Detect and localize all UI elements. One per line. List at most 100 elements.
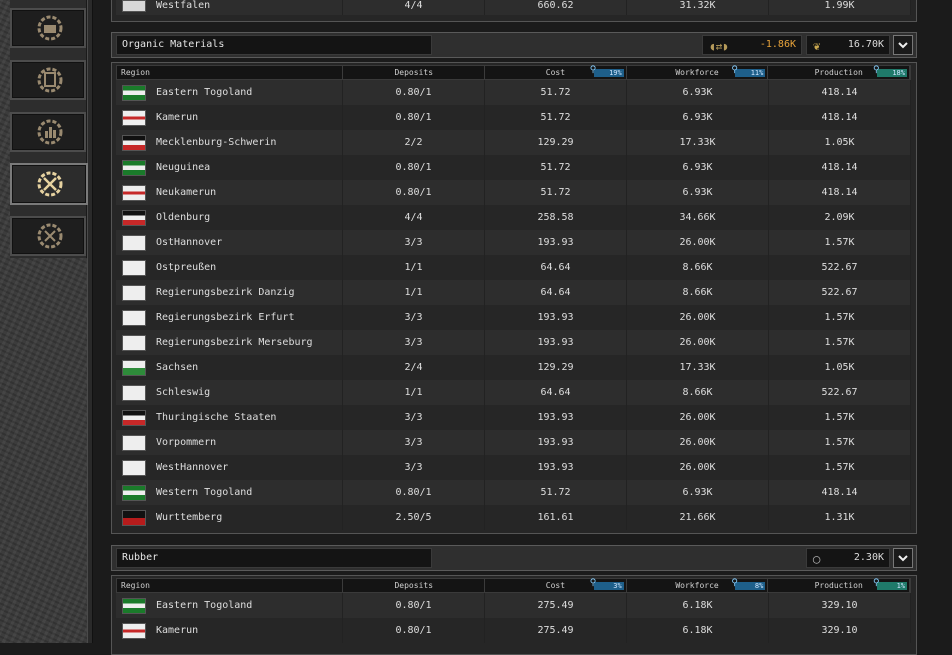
table-row[interactable]: Regierungsbezirk Danzig 1/1 64.64 8.66K 522.… (116, 280, 911, 305)
region-name: Eastern Togoland (156, 87, 253, 98)
production-badge: ⚲ 18% (873, 65, 907, 77)
table-row[interactable]: Western Togoland 0.80/1 51.72 6.93K 418.14 (116, 480, 911, 505)
deposits-value: 0.80/1 (343, 618, 485, 643)
table-row[interactable]: Eastern Togoland 0.80/1 275.49 6.18K 329.10 (116, 593, 911, 618)
table-row[interactable]: Wurttemberg 2.50/5 161.61 21.66K 1.31K (116, 505, 911, 530)
column-production[interactable]: Production ⚲ 18% (768, 66, 910, 79)
column-deposits[interactable]: Deposits (343, 579, 486, 592)
table-row[interactable]: Mecklenburg-Schwerin 2/2 129.29 17.33K 1.05K (116, 130, 911, 155)
region-name: Vorpommern (156, 437, 217, 448)
sidebar-button-statistics[interactable] (10, 112, 86, 152)
deposits-value: 4/4 (343, 205, 485, 230)
cost-value: 193.93 (485, 430, 627, 455)
column-deposits[interactable]: Deposits (343, 66, 486, 79)
production-value: 2.09K (769, 205, 911, 230)
workforce-value: 26.00K (627, 330, 769, 355)
table-row[interactable]: WestHannover 3/3 193.93 26.00K 1.57K (116, 455, 911, 480)
workforce-value: 6.18K (627, 618, 769, 643)
sidebar-button-tools[interactable] (10, 216, 86, 256)
region-name: OstHannover (156, 237, 223, 248)
flag-icon (122, 384, 146, 401)
flag-icon (122, 309, 146, 326)
cost-value: 193.93 (485, 455, 627, 480)
table-row[interactable]: Schleswig 1/1 64.64 8.66K 522.67 (116, 380, 911, 405)
region-name: Kamerun (156, 625, 199, 636)
table-row[interactable]: Thuringische Staaten 3/3 193.93 26.00K 1.57K (116, 405, 911, 430)
table-row[interactable]: Neukamerun 0.80/1 51.72 6.93K 418.14 (116, 180, 911, 205)
deposits-value: 0.80/1 (343, 480, 485, 505)
flag-icon (122, 434, 146, 451)
workforce-value: 26.00K (627, 230, 769, 255)
table-row[interactable]: Westfalen 4/4 660.62 31.32K 1.99K (116, 0, 911, 15)
column-region[interactable]: Region (117, 66, 344, 79)
document-gear-icon (37, 67, 63, 93)
sidebar-button-documents[interactable] (10, 60, 86, 100)
deposits-value: 0.80/1 (343, 180, 485, 205)
magnifier-icon: ⚲ (589, 578, 597, 588)
table-row[interactable]: Regierungsbezirk Merseburg 3/3 193.93 26.00… (116, 330, 911, 355)
cost-value: 64.64 (485, 255, 627, 280)
sidebar-button-resources[interactable] (10, 163, 88, 205)
rubber-header[interactable]: Rubber ◯ 2.30K (111, 545, 917, 571)
workforce-value: 8.66K (627, 280, 769, 305)
region-name: WestHannover (156, 462, 229, 473)
deposits-value: 3/3 (343, 305, 485, 330)
pickaxe-gear-icon (37, 171, 63, 197)
magnifier-icon: ⚲ (731, 65, 738, 75)
table-row[interactable]: Ostpreußen 1/1 64.64 8.66K 522.67 (116, 255, 911, 280)
flag-icon (122, 622, 146, 639)
region-name: Neuguinea (156, 162, 211, 173)
cost-value: 193.93 (485, 230, 627, 255)
flag-icon (122, 459, 146, 476)
sidebar-button-industry[interactable] (10, 8, 86, 48)
cost-value: 129.29 (485, 130, 627, 155)
flag-icon (122, 234, 146, 251)
deposits-value: 3/3 (343, 430, 485, 455)
column-cost[interactable]: Cost ⚲ 3% (485, 579, 627, 592)
workforce-value: 6.18K (627, 593, 769, 618)
deposits-value: 2.50/5 (343, 505, 485, 530)
cost-value: 275.49 (485, 618, 627, 643)
column-workforce[interactable]: Workforce ⚲ 11% (627, 66, 769, 79)
table-row[interactable]: Eastern Togoland 0.80/1 51.72 6.93K 418.14 (116, 80, 911, 105)
cost-value: 64.64 (485, 280, 627, 305)
production-value: 418.14 (769, 480, 911, 505)
flag-icon (122, 184, 146, 201)
chevron-down-icon (898, 42, 908, 49)
cost-badge: ⚲ 19% (589, 65, 624, 77)
column-cost[interactable]: Cost ⚲ 19% (485, 66, 627, 79)
collapse-button[interactable] (893, 548, 913, 568)
column-region[interactable]: Region (117, 579, 344, 592)
table-row[interactable]: Kamerun 0.80/1 275.49 6.18K 329.10 (116, 618, 911, 643)
table-row[interactable]: Sachsen 2/4 129.29 17.33K 1.05K (116, 355, 911, 380)
collapse-button[interactable] (893, 35, 913, 55)
region-name: Wurttemberg (156, 512, 223, 523)
total-box: ◯ 2.30K (806, 548, 890, 568)
table-row[interactable]: OstHannover 3/3 193.93 26.00K 1.57K (116, 230, 911, 255)
magnifier-icon: ⚲ (589, 65, 597, 75)
deposits-value: 1/1 (343, 280, 485, 305)
cost-value: 193.93 (485, 330, 627, 355)
flag-icon (122, 409, 146, 426)
magnifier-icon: ⚲ (873, 578, 880, 588)
rubber-rows: Eastern Togoland 0.80/1 275.49 6.18K 329.10 K… (116, 593, 911, 643)
table-row[interactable]: Vorpommern 3/3 193.93 26.00K 1.57K (116, 430, 911, 455)
table-row[interactable]: Neuguinea 0.80/1 51.72 6.93K 418.14 (116, 155, 911, 180)
workforce-value: 26.00K (627, 455, 769, 480)
deposits-value: 0.80/1 (343, 155, 485, 180)
column-workforce[interactable]: Workforce ⚲ 8% (627, 579, 769, 592)
workforce-value: 6.93K (627, 180, 769, 205)
table-row[interactable]: Oldenburg 4/4 258.58 34.66K 2.09K (116, 205, 911, 230)
organic-materials-header[interactable]: Organic Materials ◖⇄◗ -1.86K ❦ 16.70K (111, 32, 917, 58)
table-row[interactable]: Regierungsbezirk Erfurt 3/3 193.93 26.00K 1.… (116, 305, 911, 330)
flag-icon (122, 334, 146, 351)
workforce-value: 34.66K (627, 205, 769, 230)
table-row[interactable]: Kamerun 0.80/1 51.72 6.93K 418.14 (116, 105, 911, 130)
production-value: 1.57K (769, 305, 911, 330)
flag-icon (122, 0, 146, 12)
production-value: 1.57K (769, 230, 911, 255)
workforce-value: 6.93K (627, 155, 769, 180)
column-production[interactable]: Production ⚲ 1% (768, 579, 910, 592)
region-name: Eastern Togoland (156, 600, 253, 611)
workforce-badge: ⚲ 11% (731, 65, 766, 77)
